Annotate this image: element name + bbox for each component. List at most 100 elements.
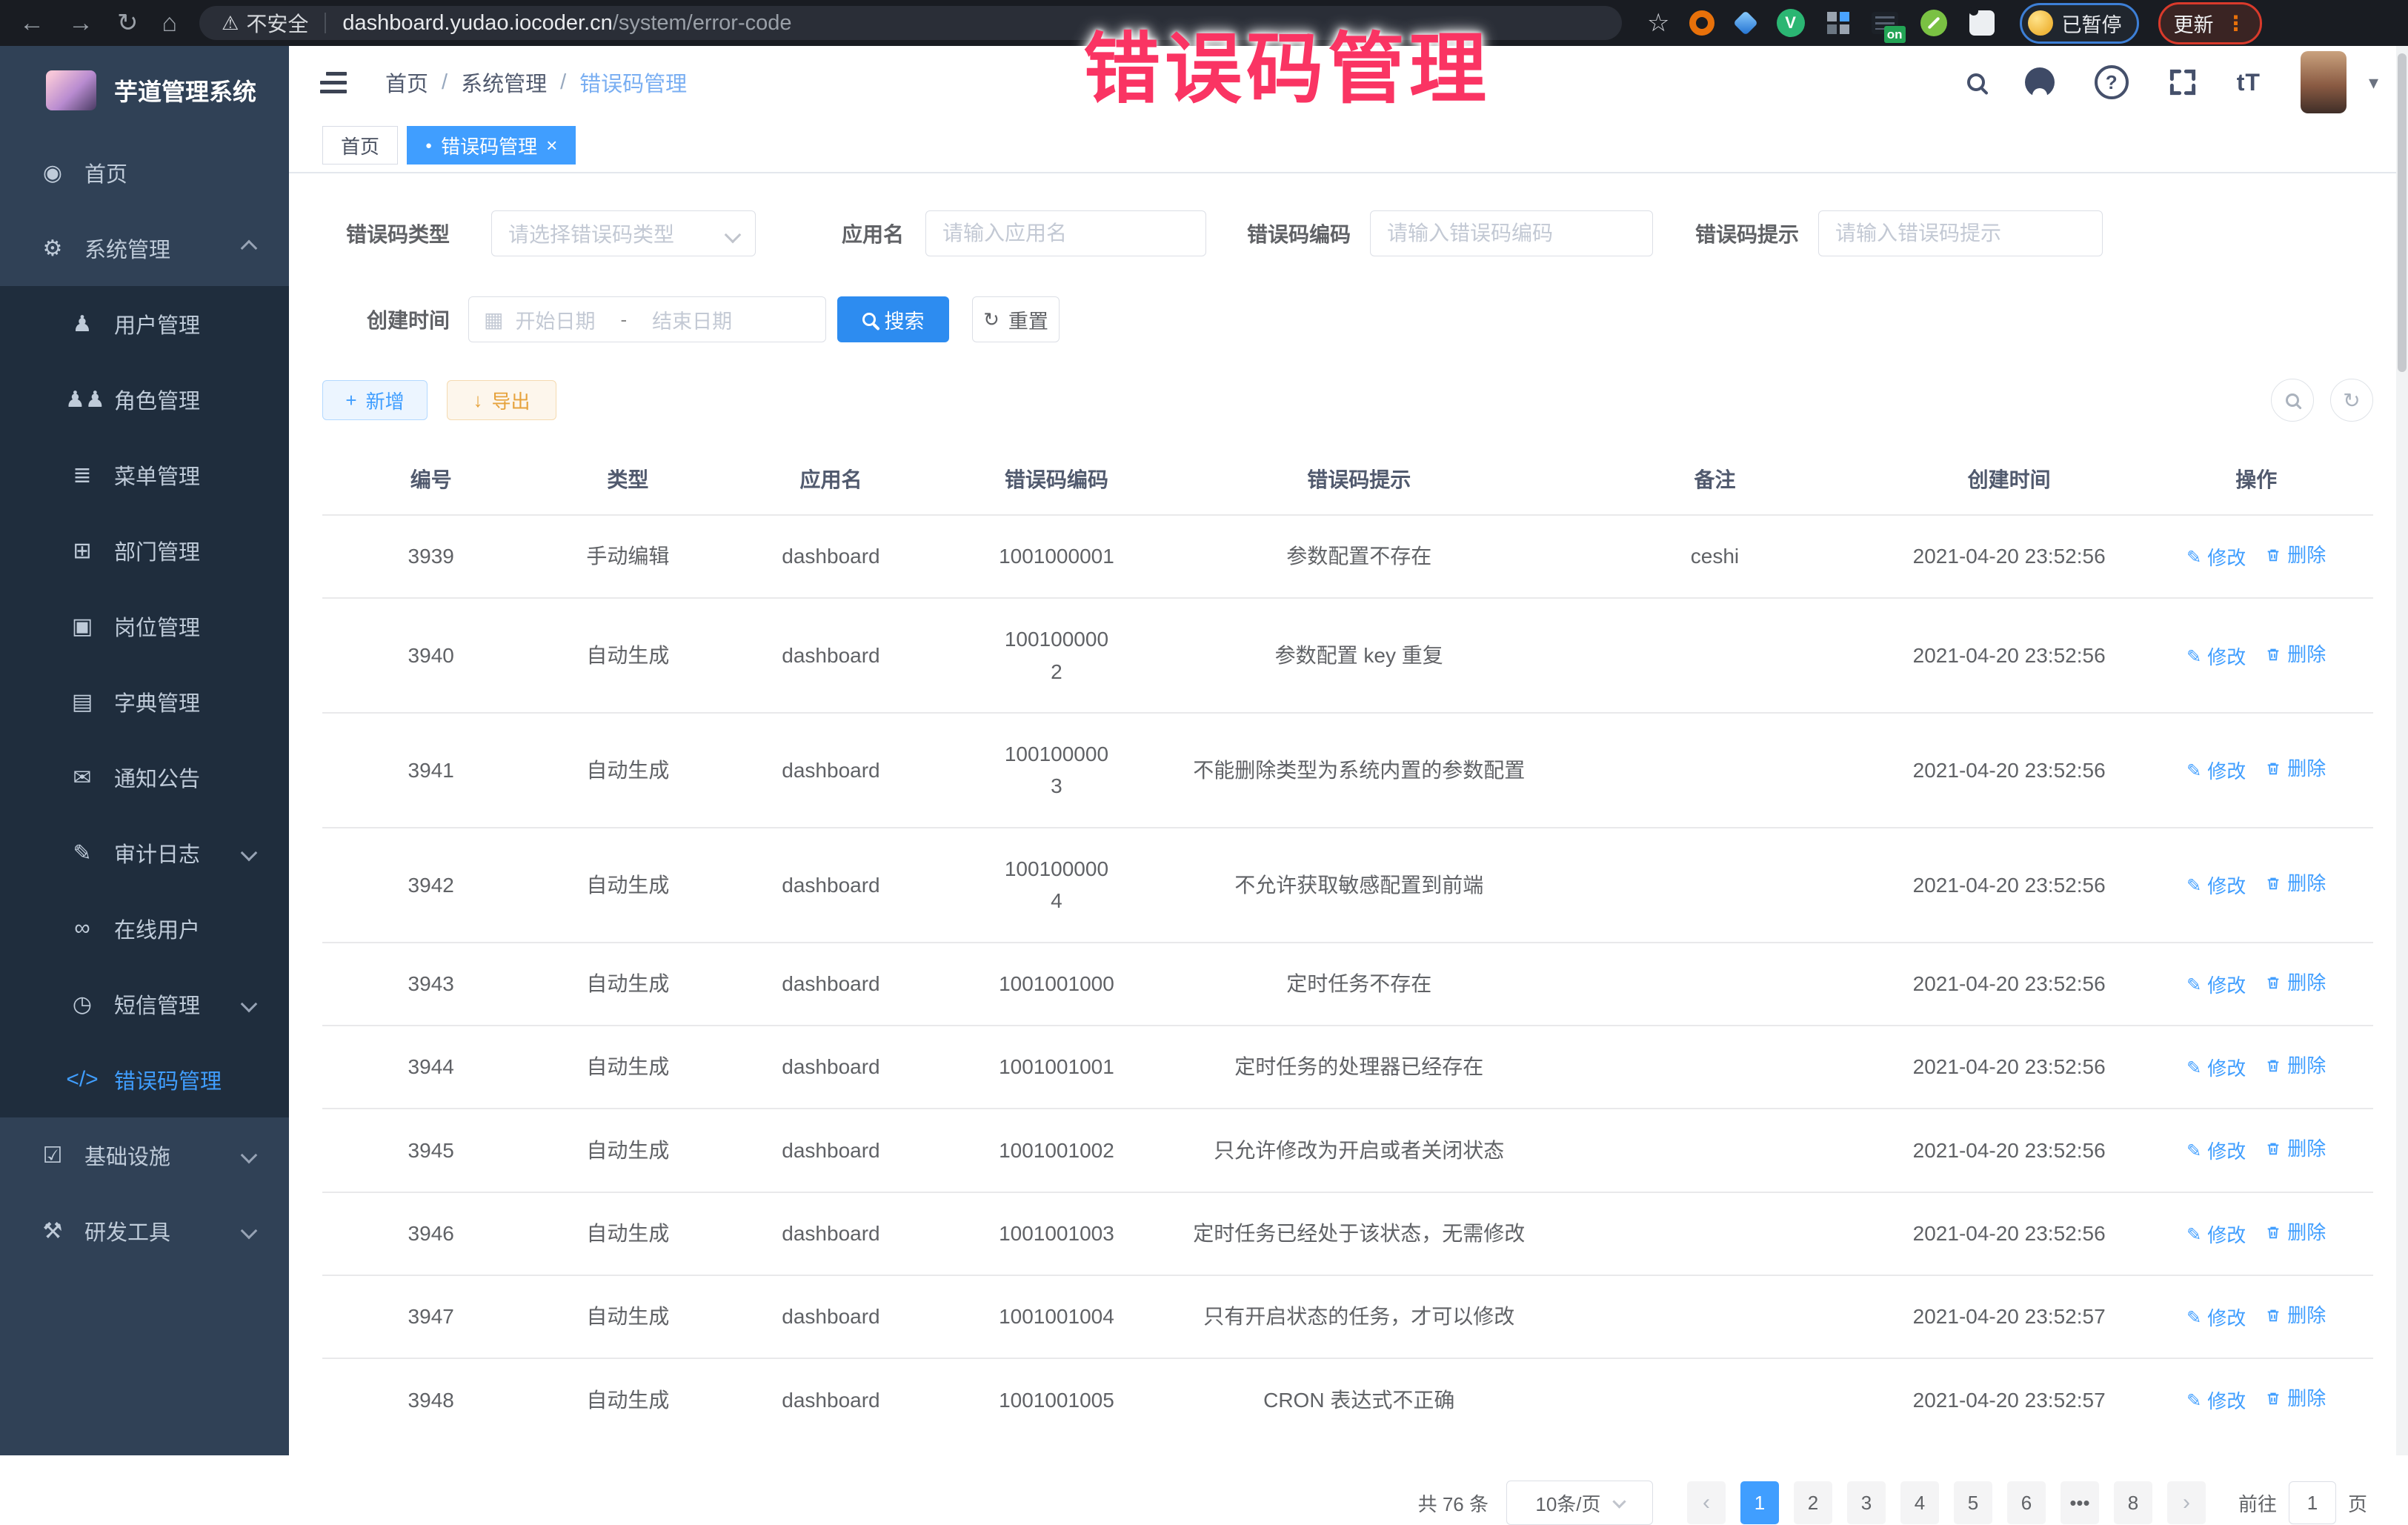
sidebar-item-菜单管理[interactable]: ≣菜单管理	[0, 437, 289, 513]
delete-link[interactable]: 删除	[2265, 1383, 2326, 1413]
error-code-field[interactable]	[1370, 210, 1653, 256]
delete-link[interactable]: 删除	[2265, 540, 2326, 570]
grid-extension-icon[interactable]	[1827, 12, 1849, 34]
delete-link[interactable]: 删除	[2265, 868, 2326, 898]
page-button-4[interactable]: 4	[1900, 1481, 1939, 1524]
sidebar-item-部门管理[interactable]: ⊞部门管理	[0, 513, 289, 588]
sidebar-item-首页[interactable]: ◉首页	[0, 135, 289, 210]
browser-update-button[interactable]: 更新 ⋮	[2158, 2, 2262, 44]
refresh-table-button[interactable]: ↻	[2330, 379, 2373, 422]
date-range-picker[interactable]: ▦ 开始日期 - 结束日期	[468, 296, 826, 342]
orange-ring-extension-icon	[1689, 10, 1714, 36]
delete-link[interactable]: 删除	[2265, 968, 2326, 997]
prev-page-button[interactable]: ‹	[1687, 1481, 1726, 1524]
browser-menu-icon[interactable]: ⋮	[2226, 11, 2246, 36]
page-button-1[interactable]: 1	[1740, 1481, 1779, 1524]
user-avatar[interactable]	[2301, 51, 2347, 113]
profile-paused-badge[interactable]: 已暂停	[2020, 3, 2139, 44]
browser-back-icon[interactable]: ←	[19, 10, 44, 36]
help-icon[interactable]: ?	[2095, 65, 2129, 99]
add-button[interactable]: + 新增	[322, 380, 428, 420]
sidebar-item-基础设施[interactable]: ☑基础设施	[0, 1117, 289, 1193]
error-hint-input[interactable]	[1819, 222, 2102, 245]
reset-button[interactable]: ↻ 重置	[972, 296, 1060, 342]
edit-link[interactable]: ✎修改	[2186, 1303, 2246, 1333]
edit-link[interactable]: ✎修改	[2186, 1386, 2246, 1416]
edit-link[interactable]: ✎修改	[2186, 543, 2246, 573]
page-ellipsis[interactable]: •••	[2061, 1481, 2099, 1524]
tab-错误码管理[interactable]: ●错误码管理×	[407, 126, 576, 165]
delete-link[interactable]: 删除	[2265, 1300, 2326, 1330]
sidebar-item-审计日志[interactable]: ✎审计日志	[0, 815, 289, 891]
search-button[interactable]: 搜索	[837, 296, 949, 342]
edit-link[interactable]: ✎修改	[2186, 1220, 2246, 1250]
error-hint-field[interactable]	[1818, 210, 2103, 256]
search-icon	[862, 313, 876, 326]
sidebar-item-研发工具[interactable]: ⚒研发工具	[0, 1193, 289, 1269]
edit-link[interactable]: ✎修改	[2186, 642, 2246, 672]
delete-link[interactable]: 删除	[2265, 1134, 2326, 1163]
close-tab-icon[interactable]: ×	[546, 136, 557, 155]
edit-link[interactable]: ✎修改	[2186, 1054, 2246, 1083]
cell-hint: 只允许修改为开启或者关闭状态	[1167, 1109, 1551, 1192]
edit-link[interactable]: ✎修改	[2186, 971, 2246, 1000]
delete-link[interactable]: 删除	[2265, 639, 2326, 669]
breadcrumb-item[interactable]: 首页	[385, 67, 428, 98]
scrollbar-thumb[interactable]	[2398, 53, 2407, 372]
breadcrumb-item[interactable]: 系统管理	[461, 67, 547, 98]
cell-id: 3948	[322, 1358, 539, 1441]
chevron-down-icon[interactable]: ▾	[2369, 71, 2378, 94]
error-type-select[interactable]: 请选择错误码类型	[491, 210, 756, 256]
app-name-field[interactable]	[925, 210, 1206, 256]
sidebar-item-角色管理[interactable]: ♟♟角色管理	[0, 362, 289, 437]
page-button-5[interactable]: 5	[1954, 1481, 1992, 1524]
tab-首页[interactable]: 首页	[322, 126, 398, 165]
next-page-button[interactable]: ›	[2167, 1481, 2206, 1524]
app-name-input[interactable]	[926, 222, 1205, 245]
font-size-icon[interactable]: tT	[2237, 69, 2261, 96]
security-label: 不安全	[246, 8, 308, 38]
bookmark-star-icon[interactable]: ☆	[1647, 8, 1669, 38]
green-v-extension-icon[interactable]: V	[1777, 9, 1805, 37]
page-button-6[interactable]: 6	[2007, 1481, 2046, 1524]
cell-type: 自动生成	[539, 713, 716, 828]
sidebar-item-短信管理[interactable]: ◷短信管理	[0, 966, 289, 1042]
edit-link[interactable]: ✎修改	[2186, 871, 2246, 901]
sidebar-item-通知公告[interactable]: ✉通知公告	[0, 740, 289, 815]
blue-gem-extension-icon[interactable]	[1737, 14, 1755, 32]
delete-link[interactable]: 删除	[2265, 754, 2326, 783]
delete-link[interactable]: 删除	[2265, 1217, 2326, 1247]
page-button-8[interactable]: 8	[2114, 1481, 2152, 1524]
collapse-menu-icon[interactable]	[320, 81, 350, 84]
edit-link[interactable]: ✎修改	[2186, 757, 2246, 786]
sidebar-item-用户管理[interactable]: ♟用户管理	[0, 286, 289, 362]
cell-remark	[1551, 828, 1879, 943]
page-size-select[interactable]: 10条/页	[1506, 1481, 1653, 1525]
browser-home-icon[interactable]: ⌂	[162, 10, 178, 36]
orange-ring-extension-icon[interactable]	[1689, 10, 1714, 36]
page-button-2[interactable]: 2	[1794, 1481, 1832, 1524]
fullscreen-icon[interactable]	[2169, 68, 2197, 96]
sidebar-item-字典管理[interactable]: ▤字典管理	[0, 664, 289, 740]
green-key-extension-icon[interactable]	[1920, 10, 1947, 36]
browser-forward-icon[interactable]: →	[68, 10, 93, 36]
delete-link[interactable]: 删除	[2265, 1051, 2326, 1080]
sidebar-item-岗位管理[interactable]: ▣岗位管理	[0, 588, 289, 664]
sidebar-item-在线用户[interactable]: ∞在线用户	[0, 891, 289, 966]
app-logo[interactable]: 芋道管理系统	[0, 46, 289, 135]
goto-page-input[interactable]	[2289, 1481, 2336, 1524]
github-icon[interactable]	[2025, 67, 2055, 97]
address-bar[interactable]: ⚠ 不安全 dashboard.yudao.iocoder.cn /system…	[199, 6, 1622, 40]
list-extension-icon[interactable]: on	[1872, 12, 1898, 34]
error-code-input[interactable]	[1371, 222, 1652, 245]
page-button-3[interactable]: 3	[1847, 1481, 1886, 1524]
edit-link[interactable]: ✎修改	[2186, 1137, 2246, 1166]
export-button[interactable]: ↓ 导出	[447, 380, 556, 420]
window-scrollbar[interactable]	[2396, 46, 2408, 1455]
search-icon[interactable]	[1967, 73, 1985, 91]
browser-reload-icon[interactable]: ↻	[117, 10, 139, 36]
show-search-button[interactable]	[2271, 379, 2314, 422]
sidebar-item-系统管理[interactable]: ⚙系统管理	[0, 210, 289, 286]
puzzle-extensions-icon[interactable]	[1969, 10, 1995, 36]
sidebar-item-错误码管理[interactable]: </>错误码管理	[0, 1042, 289, 1117]
